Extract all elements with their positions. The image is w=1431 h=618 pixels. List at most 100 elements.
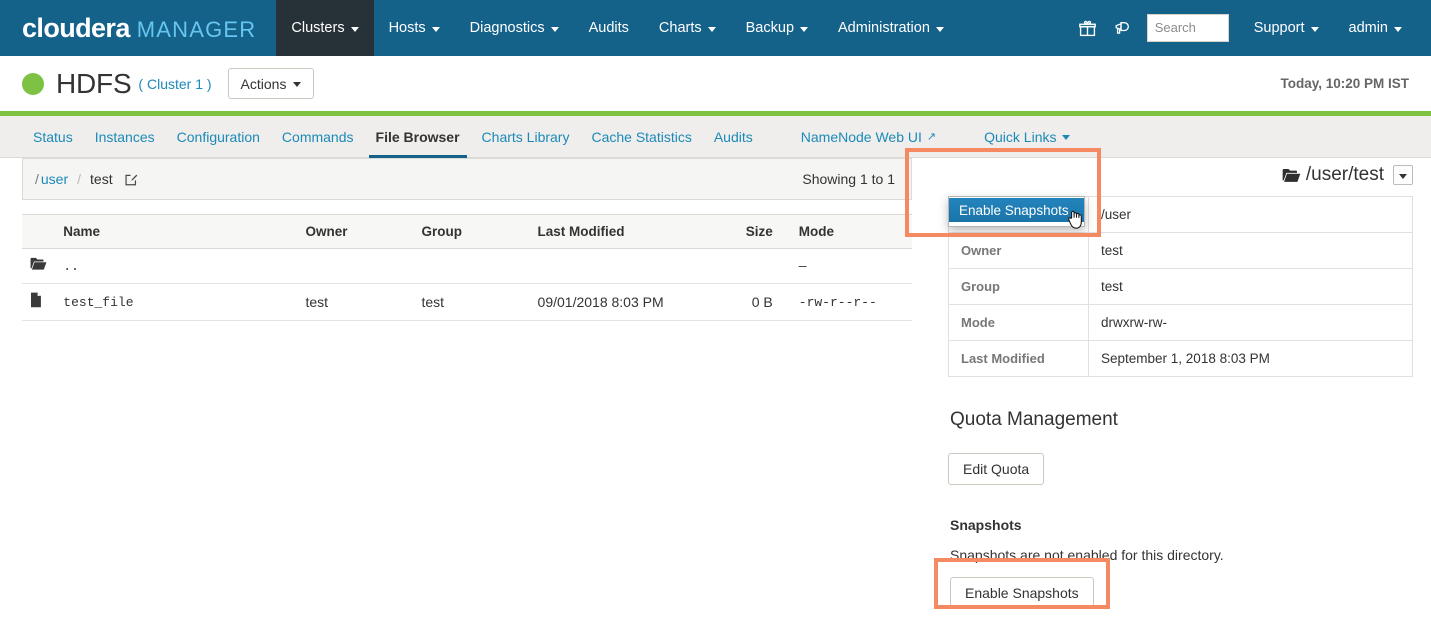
- detail-value: /user: [1088, 196, 1413, 233]
- tab-label: File Browser: [375, 128, 460, 145]
- nav-item-charts[interactable]: Charts: [644, 0, 731, 56]
- tab-audits[interactable]: Audits: [703, 116, 764, 158]
- chevron-down-icon: [431, 26, 440, 32]
- quota-management-heading: Quota Management: [950, 409, 1118, 430]
- row-icon-cell: [22, 283, 56, 321]
- chevron-down-icon: [707, 26, 716, 32]
- table-row[interactable]: test_file test test 09/01/2018 8:03 PM 0…: [22, 283, 912, 321]
- nav-item-label: Support: [1253, 20, 1305, 36]
- nav-item-backup[interactable]: Backup: [731, 0, 823, 56]
- edit-quota-button[interactable]: Edit Quota: [948, 453, 1045, 485]
- search-input[interactable]: Search: [1146, 14, 1229, 42]
- nav-item-administration[interactable]: Administration: [823, 0, 959, 56]
- column-header-name[interactable]: Name: [55, 214, 298, 249]
- file-owner: test: [297, 283, 414, 321]
- file-listing-table: Name Owner Group Last Modified Size Mode…: [22, 214, 912, 321]
- page-timestamp: Today, 10:20 PM IST: [1280, 76, 1409, 91]
- top-navbar: cloudera MANAGER Clusters Hosts Diagnost…: [0, 0, 1431, 56]
- edit-pencil-icon[interactable]: [124, 172, 139, 187]
- menu-item-enable-snapshots[interactable]: Enable Snapshots: [949, 198, 1084, 222]
- nav-item-label: Diagnostics: [469, 20, 545, 36]
- breadcrumb: / user / test Showing 1 to 1: [22, 158, 912, 200]
- directory-actions-menu: Enable Snapshots: [948, 196, 1085, 227]
- file-mode: -rw-r--r--: [780, 283, 912, 321]
- chevron-down-icon: [1310, 26, 1319, 32]
- tab-label: Instances: [94, 128, 155, 145]
- table-row[interactable]: .. —: [22, 248, 912, 284]
- gift-icon[interactable]: [1071, 0, 1105, 56]
- table-header-row: Name Owner Group Last Modified Size Mode: [22, 214, 912, 249]
- tab-namenode-web-ui[interactable]: NameNode Web UI ↗: [790, 116, 947, 158]
- detail-row: Last Modified September 1, 2018 8:03 PM: [948, 340, 1413, 377]
- tab-configuration[interactable]: Configuration: [166, 116, 271, 158]
- column-header-owner[interactable]: Owner: [297, 214, 414, 249]
- cluster-link[interactable]: ( Cluster 1 ): [138, 76, 211, 92]
- nav-item-audits[interactable]: Audits: [574, 0, 644, 56]
- file-last-modified: [529, 248, 697, 284]
- navbar-right: Search Support admin: [1071, 0, 1431, 56]
- nav-item-hosts[interactable]: Hosts: [374, 0, 455, 56]
- file-name[interactable]: test_file: [55, 283, 298, 321]
- tab-label: Charts Library: [481, 128, 570, 145]
- nav-item-support[interactable]: Support: [1239, 0, 1334, 56]
- tab-commands[interactable]: Commands: [271, 116, 365, 158]
- nav-item-admin[interactable]: admin: [1334, 0, 1418, 56]
- detail-key: Mode: [948, 304, 1089, 341]
- detail-row: Group test: [948, 268, 1413, 305]
- snapshots-status-text: Snapshots are not enabled for this direc…: [950, 547, 1224, 563]
- tab-label: Status: [33, 128, 73, 145]
- tab-quick-links[interactable]: Quick Links: [973, 116, 1081, 158]
- breadcrumb-root: /: [35, 171, 39, 187]
- file-name[interactable]: ..: [55, 248, 298, 284]
- nav-item-clusters[interactable]: Clusters: [276, 0, 374, 56]
- chevron-down-icon: [935, 26, 944, 32]
- nav-item-label: Hosts: [388, 20, 426, 36]
- detail-value: test: [1088, 232, 1413, 269]
- breadcrumb-link-user[interactable]: user: [41, 171, 68, 187]
- chevron-down-icon: [293, 82, 302, 87]
- tab-instances[interactable]: Instances: [84, 116, 166, 158]
- detail-key: Group: [948, 268, 1089, 305]
- actions-button[interactable]: Actions: [227, 68, 315, 99]
- nav-item-diagnostics[interactable]: Diagnostics: [455, 0, 574, 56]
- chevron-down-icon: [800, 26, 809, 32]
- detail-row: Mode drwxrw-rw-: [948, 304, 1413, 341]
- file-size: [696, 248, 781, 284]
- page-title: HDFS: [56, 67, 132, 99]
- tab-label: Commands: [281, 128, 354, 145]
- file-owner: [297, 248, 414, 284]
- snapshots-heading: Snapshots: [950, 517, 1022, 533]
- detail-key: Owner: [948, 232, 1089, 269]
- tab-label: NameNode Web UI: [800, 128, 922, 145]
- detail-value: September 1, 2018 8:03 PM: [1088, 340, 1413, 377]
- directory-actions-dropdown-toggle[interactable]: [1393, 165, 1413, 185]
- tab-status[interactable]: Status: [22, 116, 84, 158]
- nav-item-label: Clusters: [291, 20, 345, 36]
- cloudera-manager-logo[interactable]: cloudera MANAGER: [0, 0, 276, 56]
- column-header-size[interactable]: Size: [696, 214, 781, 249]
- service-titlebar: HDFS ( Cluster 1 ) Actions Today, 10:20 …: [0, 56, 1431, 111]
- row-icon-cell: [22, 248, 56, 284]
- directory-path-header: /user/test: [948, 158, 1413, 192]
- file-group: test: [413, 283, 530, 321]
- enable-snapshots-button[interactable]: Enable Snapshots: [950, 577, 1094, 609]
- tab-charts-library[interactable]: Charts Library: [471, 116, 581, 158]
- tab-file-browser[interactable]: File Browser: [365, 116, 471, 158]
- announcement-icon[interactable]: [1105, 0, 1139, 56]
- tab-label: Audits: [713, 128, 753, 145]
- chevron-down-icon: [1399, 173, 1407, 179]
- file-icon: [30, 292, 42, 312]
- detail-value: test: [1088, 268, 1413, 305]
- column-header-group[interactable]: Group: [413, 214, 530, 249]
- tab-cache-statistics[interactable]: Cache Statistics: [580, 116, 702, 158]
- search-placeholder: Search: [1154, 20, 1196, 35]
- column-header-mode[interactable]: Mode: [780, 214, 912, 249]
- directory-path: /user/test: [1282, 164, 1413, 186]
- detail-row: Owner test: [948, 232, 1413, 269]
- column-header-last-modified[interactable]: Last Modified: [529, 214, 697, 249]
- nav-item-label: Audits: [588, 20, 629, 36]
- tab-label: Configuration: [176, 128, 260, 145]
- external-link-icon: ↗: [926, 131, 937, 143]
- page-root: cloudera MANAGER Clusters Hosts Diagnost…: [0, 0, 1431, 618]
- file-size: 0 B: [696, 283, 781, 321]
